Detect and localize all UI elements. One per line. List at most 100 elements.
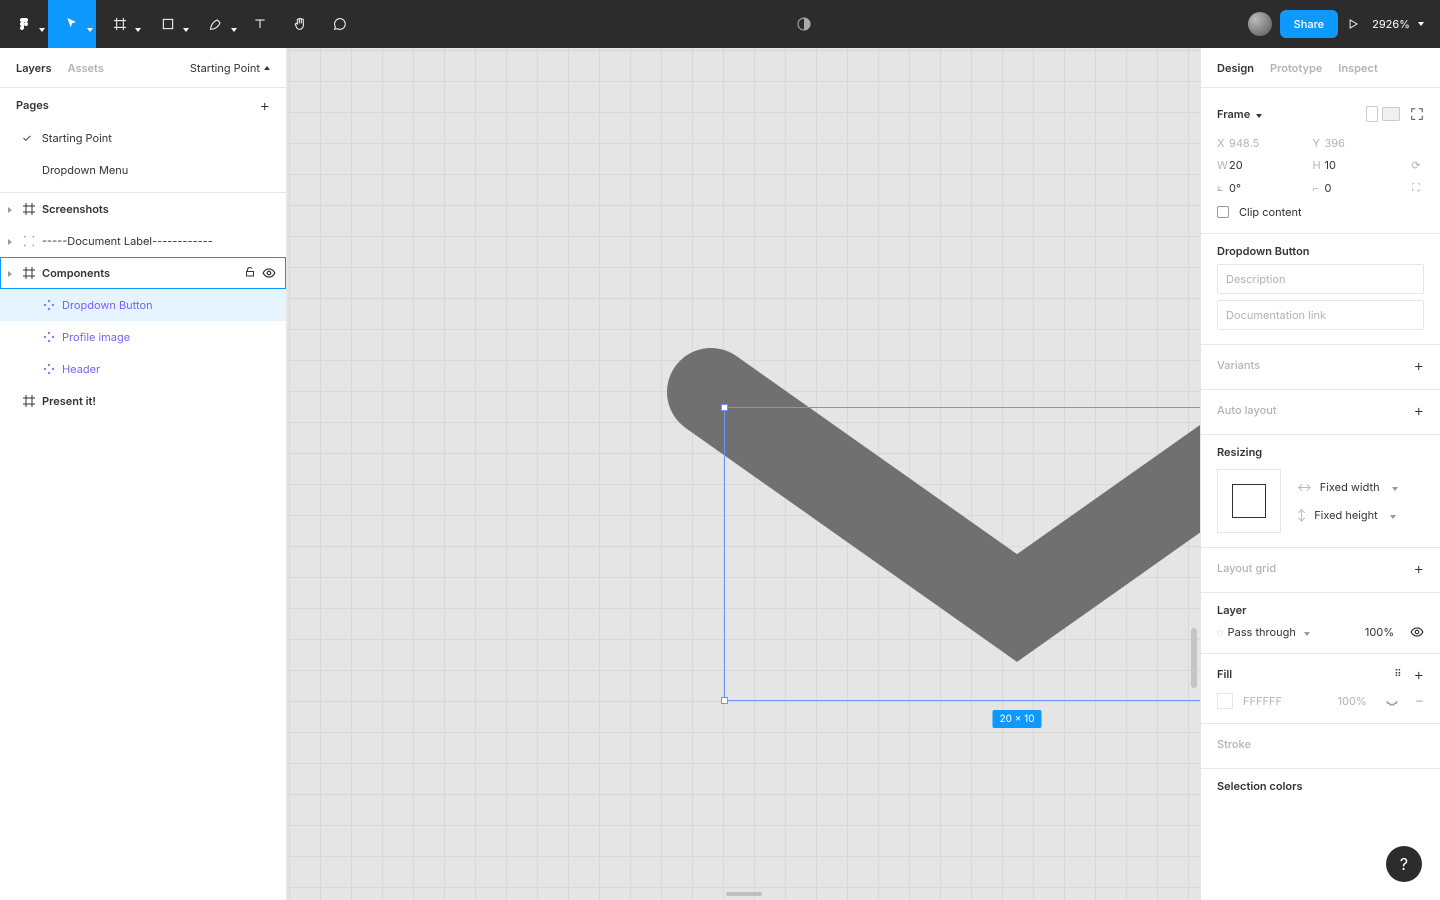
resize-handle[interactable] [721, 404, 728, 411]
text-tool[interactable] [240, 0, 280, 48]
panel-resize-handle[interactable] [726, 892, 762, 896]
resize-handle[interactable] [721, 697, 728, 704]
add-grid-icon[interactable]: + [1414, 558, 1424, 578]
page-selector[interactable]: Starting Point [190, 61, 270, 75]
layer-screenshots[interactable]: Screenshots [0, 193, 286, 225]
layoutgrid-section: Layout grid + [1201, 548, 1440, 593]
rectangle-icon [160, 16, 176, 32]
tab-assets[interactable]: Assets [68, 61, 104, 75]
layer-section: Layer Pass through 100% [1201, 593, 1440, 654]
fill-swatch[interactable] [1217, 693, 1233, 709]
left-panel: Layers Assets Starting Point Pages + Sta… [0, 48, 287, 900]
layer-profile-image[interactable]: Profile image [0, 321, 286, 353]
layer-label: -----Document Label------------ [42, 234, 213, 248]
frame-icon [22, 202, 36, 216]
add-page-icon[interactable]: + [260, 95, 270, 115]
documentation-input[interactable]: Documentation link [1217, 300, 1424, 330]
radius-input[interactable]: 0 [1325, 181, 1409, 195]
rotation-icon: ⟀ [1217, 180, 1229, 195]
layer-dropdown-button[interactable]: Dropdown Button [0, 289, 286, 321]
unlock-icon[interactable] [244, 266, 256, 278]
frame-icon [112, 16, 128, 32]
layer-label: Dropdown Button [62, 298, 153, 312]
top-toolbar: Share 2926% [0, 0, 1440, 48]
variants-section: Variants + [1201, 345, 1440, 390]
add-autolayout-icon[interactable]: + [1414, 400, 1424, 420]
layoutgrid-label: Layout grid [1217, 561, 1276, 575]
frame-tool[interactable] [96, 0, 144, 48]
component-section: Dropdown Button Description Documentatio… [1201, 234, 1440, 345]
rotation-input[interactable]: 0° [1229, 181, 1313, 195]
page-name: Starting Point [42, 131, 112, 145]
component-icon [42, 298, 56, 312]
fill-section: Fill ⠿ + FFFFFF 100% − [1201, 654, 1440, 724]
layer-label: Header [62, 362, 100, 376]
page-row-starting-point[interactable]: Starting Point [0, 122, 286, 154]
avatar[interactable] [1248, 12, 1272, 36]
zoom-dropdown[interactable]: 2926% [1368, 17, 1428, 31]
fill-hex[interactable]: FFFFFF [1243, 694, 1282, 708]
canvas-scrollbar[interactable] [1191, 628, 1197, 688]
y-input[interactable]: 396 [1325, 136, 1409, 150]
help-button[interactable]: ? [1386, 846, 1422, 882]
add-fill-icon[interactable]: + [1414, 664, 1424, 684]
comment-tool[interactable] [320, 0, 360, 48]
shape-tool[interactable] [144, 0, 192, 48]
width-constraint[interactable]: Fixed width [1297, 480, 1398, 494]
dimension-badge: 20 × 10 [992, 710, 1041, 728]
orientation-landscape[interactable] [1382, 107, 1400, 121]
link-wh-icon[interactable]: ⟳ [1408, 158, 1424, 172]
height-constraint[interactable]: Fixed height [1297, 508, 1398, 522]
share-button[interactable]: Share [1280, 10, 1338, 38]
style-icon[interactable]: ⠿ [1394, 668, 1403, 680]
comment-icon [332, 16, 348, 32]
layer-present-it[interactable]: Present it! [0, 385, 286, 417]
x-label: X [1217, 136, 1229, 150]
move-tool[interactable] [48, 0, 96, 48]
resize-to-fit-icon[interactable] [1410, 107, 1424, 121]
w-input[interactable]: 20 [1229, 158, 1313, 172]
contrast-icon[interactable] [795, 15, 813, 33]
layer-header[interactable]: Header [0, 353, 286, 385]
layer-label: Profile image [62, 330, 130, 344]
independent-corners-icon[interactable]: ⛶ [1408, 180, 1424, 195]
h-input[interactable]: 10 [1325, 158, 1409, 172]
description-input[interactable]: Description [1217, 264, 1424, 294]
fill-opacity[interactable]: 100% [1338, 694, 1367, 708]
present-icon[interactable] [1346, 17, 1360, 31]
pen-tool[interactable] [192, 0, 240, 48]
eye-icon[interactable] [262, 266, 276, 280]
layer-label: Components [42, 266, 110, 280]
frame-dropdown[interactable]: Frame [1217, 107, 1262, 121]
tab-inspect[interactable]: Inspect [1338, 61, 1377, 75]
opacity-input[interactable]: 100% [1365, 625, 1394, 639]
layer-label: Screenshots [42, 202, 109, 216]
selection-box[interactable]: 20 × 10 [724, 407, 1200, 701]
figma-logo-icon [16, 16, 32, 32]
visibility-icon[interactable] [1410, 625, 1424, 639]
tab-prototype[interactable]: Prototype [1270, 61, 1322, 75]
layer-document-label[interactable]: -----Document Label------------ [0, 225, 286, 257]
remove-fill-icon[interactable]: − [1415, 692, 1424, 709]
pages-label: Pages [16, 98, 49, 112]
tab-layers[interactable]: Layers [16, 61, 52, 75]
frame-icon [22, 394, 36, 408]
hidden-icon[interactable] [1385, 694, 1399, 708]
component-icon [42, 330, 56, 344]
component-icon [42, 362, 56, 376]
figma-menu[interactable] [0, 0, 48, 48]
orientation-portrait[interactable] [1366, 106, 1378, 122]
page-row-dropdown-menu[interactable]: Dropdown Menu [0, 154, 286, 186]
clip-content-checkbox[interactable]: Clip content [1217, 205, 1424, 219]
canvas[interactable]: 20 × 10 [287, 48, 1200, 900]
checkbox-icon [1217, 206, 1229, 218]
dotted-frame-icon [22, 234, 36, 248]
tab-design[interactable]: Design [1217, 61, 1254, 75]
hand-tool[interactable] [280, 0, 320, 48]
blend-mode[interactable]: Pass through [1217, 625, 1310, 639]
constraints-box[interactable] [1217, 469, 1281, 533]
add-variant-icon[interactable]: + [1414, 355, 1424, 375]
layer-components[interactable]: Components [0, 257, 286, 289]
x-input[interactable]: 948.5 [1229, 136, 1313, 150]
h-label: H [1313, 158, 1325, 172]
